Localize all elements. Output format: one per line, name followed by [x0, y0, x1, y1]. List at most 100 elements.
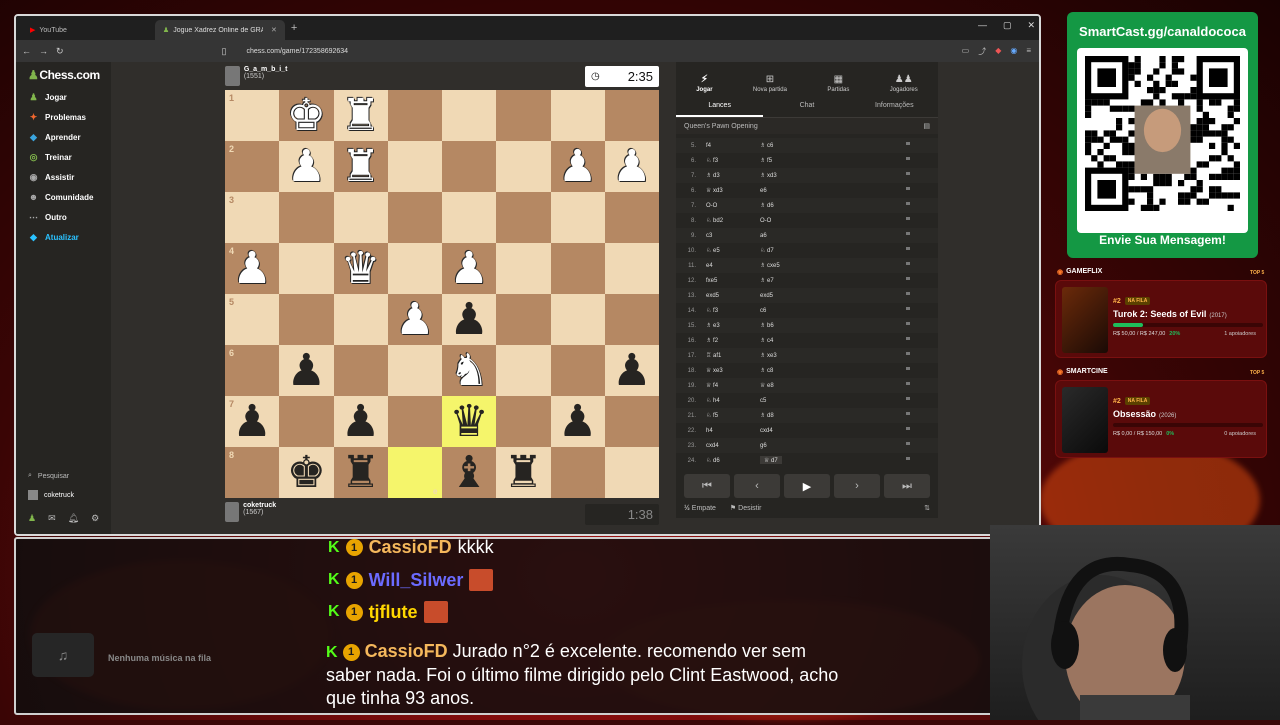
black-move[interactable]: ♗ e7 — [754, 277, 854, 284]
black-move[interactable]: g6 — [754, 443, 854, 449]
black-move[interactable]: c6 — [754, 308, 854, 314]
board-square[interactable]: ♜ — [333, 90, 388, 141]
board-square[interactable] — [604, 90, 659, 141]
sidebar-item-comunidade[interactable]: ☻ Comunidade — [28, 192, 94, 202]
white-move[interactable]: h4 — [700, 428, 754, 434]
white-move[interactable]: ♕ f4 — [700, 382, 754, 389]
draw-button[interactable]: ½ Empate — [684, 505, 716, 512]
white-move[interactable]: ♘ d6 — [700, 457, 754, 464]
white-move[interactable]: ♘ h4 — [700, 397, 754, 404]
board-square[interactable] — [279, 294, 334, 345]
white-queen-icon[interactable]: ♛ — [334, 243, 388, 294]
board-square[interactable]: ♟ — [550, 396, 605, 447]
subtab-0[interactable]: Lances — [676, 96, 764, 117]
panel-tab-jogadores[interactable]: ♟♟ Jogadores — [890, 74, 918, 93]
board-square[interactable] — [442, 141, 497, 192]
cast-icon[interactable]: ▭ — [962, 46, 970, 57]
bookmark-icon[interactable]: ▯ — [222, 46, 227, 57]
back-icon[interactable]: ← — [22, 46, 31, 56]
white-move[interactable]: ♘ e5 — [700, 247, 754, 254]
board-square[interactable] — [442, 90, 497, 141]
board-square[interactable] — [496, 141, 551, 192]
board-square[interactable]: ♟ — [604, 141, 659, 192]
board-square[interactable]: ♟ — [442, 294, 497, 345]
tab-youtube[interactable]: ▶ YouTube — [22, 20, 75, 40]
minimize-icon[interactable]: — — [978, 20, 987, 31]
gameflix-card[interactable]: #2 NA FILA Turok 2: Seeds of Evil (2017) R$ … — [1055, 280, 1267, 358]
board-square[interactable] — [333, 192, 388, 243]
maximize-icon[interactable]: ▢ — [1003, 20, 1012, 31]
black-pawn-icon[interactable]: ♟ — [442, 294, 496, 345]
chess-board[interactable]: ♚ ♜ ♟ ♜ ♟ ♟ ♟ ♛ ♟ ♟ ♟ ♟ ♞ ♟ ♟ ♟ ♛ ♟ ♚ ♜ ♝ ♜ 1 2 3 4 5 6 7 8 h g f e d c b a — [225, 90, 659, 498]
black-move[interactable]: ♗ f5 — [754, 157, 854, 164]
board-square[interactable]: ♚ — [279, 90, 334, 141]
bottom-player-name[interactable]: coketruck — [243, 502, 276, 509]
book-icon[interactable]: ▤ — [923, 122, 930, 130]
sidebar-item-outro[interactable]: ⋯ Outro — [28, 212, 67, 223]
black-move[interactable]: ♗ c8 — [754, 367, 854, 374]
white-knight-icon[interactable]: ♞ — [442, 345, 496, 396]
board-square[interactable]: ♟ — [333, 396, 388, 447]
close-tab-icon[interactable]: ✕ — [271, 26, 277, 34]
board-square[interactable] — [333, 294, 388, 345]
friends-icon[interactable]: ♟ — [28, 513, 36, 524]
black-move[interactable]: ♗ b6 — [754, 322, 854, 329]
flip-board-icon[interactable]: ⇅ — [924, 504, 930, 512]
board-square[interactable] — [496, 192, 551, 243]
chess-logo[interactable]: ♟Chess.com — [28, 68, 100, 82]
board-square[interactable]: ♟ — [279, 345, 334, 396]
reload-icon[interactable]: ↻ — [56, 46, 64, 57]
board-square[interactable] — [550, 294, 605, 345]
black-move[interactable]: ♗ xd3 — [754, 172, 854, 179]
mail-icon[interactable]: ✉ — [48, 513, 56, 524]
white-move[interactable]: ♗ f2 — [700, 337, 754, 344]
smartcine-card[interactable]: #2 NA FILA Obsessão (2026) R$ 0,00 / R$ 150,… — [1055, 380, 1267, 458]
settings-icon[interactable]: ⚙ — [91, 513, 99, 524]
resign-button[interactable]: ⚑ Desistir — [730, 504, 762, 512]
sidebar-item-problemas[interactable]: ✦ Problemas — [28, 112, 86, 123]
search-link[interactable]: ⌕ Pesquisar — [28, 472, 69, 480]
shield-icon[interactable]: ◆ — [995, 46, 1001, 57]
board-square[interactable] — [333, 345, 388, 396]
sidebar-item-atualizar[interactable]: ◆ Atualizar — [28, 232, 79, 243]
sidebar-item-treinar[interactable]: ◎ Treinar — [28, 152, 72, 163]
white-move[interactable]: ♘ f5 — [700, 412, 754, 419]
black-move[interactable]: ♗ d6 — [754, 202, 854, 209]
top-player-name[interactable]: G_a_m_b_i_t — [244, 66, 288, 73]
board-square[interactable] — [550, 192, 605, 243]
board-square[interactable]: ♟ — [279, 141, 334, 192]
board-square[interactable] — [550, 345, 605, 396]
board-square[interactable] — [279, 396, 334, 447]
board-square[interactable] — [442, 192, 497, 243]
board-square[interactable] — [604, 294, 659, 345]
white-move[interactable]: f4 — [700, 143, 754, 149]
board-square[interactable]: ♞ — [442, 345, 497, 396]
subtab-1[interactable]: Chat — [763, 96, 850, 117]
board-square[interactable] — [550, 90, 605, 141]
sidebar-item-assistir[interactable]: ◉ Assistir — [28, 172, 75, 183]
board-square[interactable] — [604, 396, 659, 447]
last-move-button[interactable]: ⏭ — [884, 474, 930, 498]
black-move[interactable]: ♗ d8 — [754, 412, 854, 419]
prev-move-button[interactable]: ‹ — [734, 474, 780, 498]
white-move[interactable]: ♕ xd3 — [700, 187, 754, 194]
panel-tab-jogar[interactable]: ⚡︎ Jogar — [696, 74, 712, 93]
board-square[interactable] — [604, 243, 659, 294]
board-square[interactable] — [604, 192, 659, 243]
forward-icon[interactable]: → — [39, 46, 48, 56]
black-pawn-icon[interactable]: ♟ — [605, 345, 659, 396]
black-pawn-icon[interactable]: ♟ — [551, 396, 605, 447]
black-move[interactable]: ♗ cxe5 — [754, 262, 854, 269]
board-square[interactable] — [550, 243, 605, 294]
white-move[interactable]: ♘ f3 — [700, 157, 754, 164]
white-move[interactable]: O-O — [700, 203, 754, 209]
white-pawn-icon[interactable]: ♟ — [279, 141, 333, 192]
board-square[interactable] — [387, 90, 442, 141]
board-square[interactable]: ♟ — [550, 141, 605, 192]
black-move[interactable]: exd5 — [754, 293, 854, 299]
board-square[interactable]: ♟ — [387, 294, 442, 345]
board-square[interactable] — [279, 243, 334, 294]
white-move[interactable]: fxe5 — [700, 278, 754, 284]
url-bar[interactable]: chess.com/game/172358692634 — [247, 48, 349, 55]
black-move[interactable]: cxd4 — [754, 428, 854, 434]
